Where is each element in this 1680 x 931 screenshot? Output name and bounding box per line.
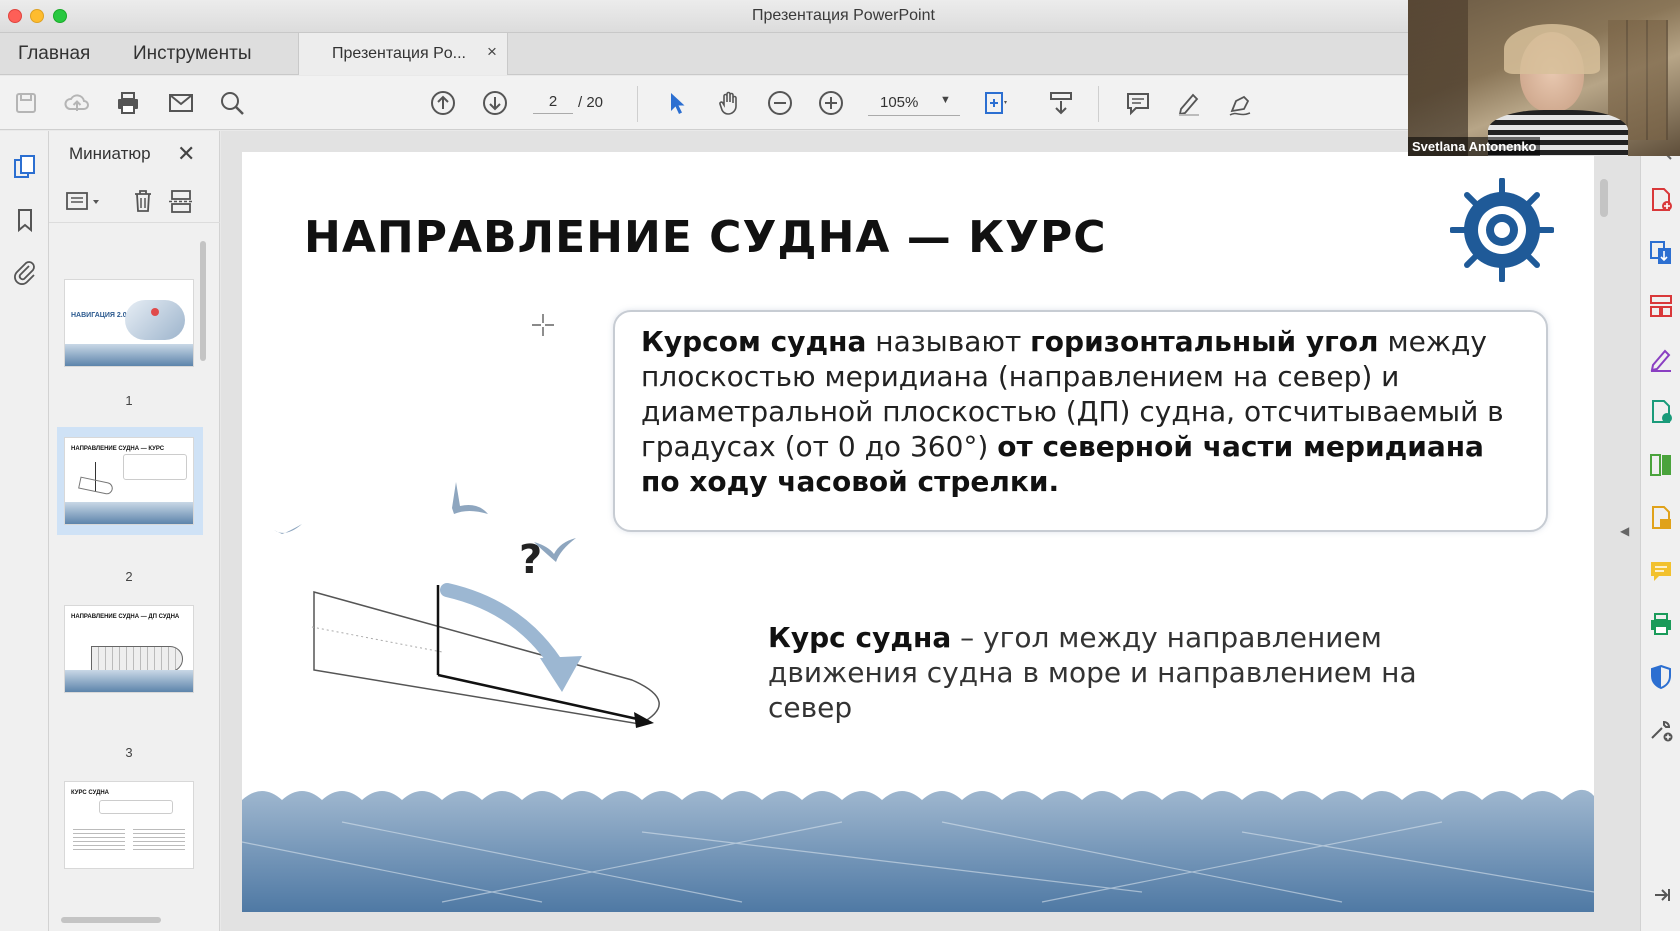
chevron-down-icon[interactable]: ▼ — [940, 94, 951, 106]
comment-icon[interactable] — [1647, 557, 1675, 585]
participant-video[interactable]: Svetlana Antonenko — [1408, 0, 1680, 156]
bookmark-icon[interactable] — [11, 206, 39, 234]
zoom-in-icon[interactable] — [817, 89, 845, 117]
collapse-tools-icon[interactable] — [1647, 881, 1675, 909]
slide-title: НАПРАВЛЕНИЕ СУДНА — КУРС — [304, 212, 1107, 263]
fill-sign-icon[interactable] — [1647, 345, 1675, 373]
previous-page-icon[interactable] — [429, 89, 457, 117]
sign-pen-icon[interactable] — [1226, 89, 1254, 117]
collapse-right-panel-icon[interactable]: ◀ — [1620, 524, 1629, 538]
print-production-icon[interactable] — [1647, 610, 1675, 638]
tab-home[interactable]: Главная — [18, 43, 90, 65]
select-cursor-icon[interactable] — [663, 89, 691, 117]
slide-page: НАПРАВЛЕНИЕ СУДНА — КУРС ? Курсом судна … — [242, 152, 1594, 912]
close-panel-icon[interactable]: ✕ — [177, 141, 195, 167]
edit-pdf-icon[interactable] — [1647, 504, 1675, 532]
definition-text-part: называют — [866, 325, 1031, 358]
fit-page-icon[interactable] — [981, 89, 1009, 117]
left-navigation-rail — [0, 131, 49, 931]
page-number-label: 2 — [125, 569, 133, 584]
protect-shield-icon[interactable] — [1647, 663, 1675, 691]
page-thumbnail-4[interactable]: КУРС СУДНА — [64, 781, 194, 869]
document-tab-label: Презентация Po... — [332, 45, 466, 62]
participant-name-label: Svetlana Antonenko — [1408, 137, 1541, 156]
page-thumbnail-1[interactable]: НАВИГАЦИЯ 2.0 КУРС СУДНА — [64, 279, 194, 367]
zoom-out-icon[interactable] — [766, 89, 794, 117]
course-bold-term: Курс судна — [768, 621, 952, 654]
course-arrowhead — [634, 712, 654, 728]
definition-text: Курсом судна называют горизонтальный уго… — [641, 324, 1521, 499]
page-thumbnail-3[interactable]: НАПРАВЛЕНИЕ СУДНА — ДП СУДНА — [64, 605, 194, 693]
send-for-review-icon[interactable] — [1647, 398, 1675, 426]
more-tools-icon[interactable] — [1647, 716, 1675, 744]
thumbnails-scrollbar[interactable] — [200, 241, 206, 361]
definition-bold-term: Курсом судна — [641, 325, 867, 358]
compare-files-icon[interactable] — [1647, 451, 1675, 479]
ship-centerline — [311, 626, 443, 653]
seagull-shape — [452, 482, 488, 514]
seagull-shape — [274, 524, 302, 534]
export-pdf-icon[interactable] — [1647, 239, 1675, 267]
thumbnail-title: НАПРАВЛЕНИЕ СУДНА — КУРС — [71, 446, 165, 452]
curved-arrow-head — [540, 656, 582, 692]
tab-tools[interactable]: Инструменты — [133, 43, 251, 65]
document-tab[interactable]: Презентация Po... × — [298, 33, 508, 75]
document-scrollbar[interactable] — [1600, 179, 1608, 217]
highlight-pen-icon[interactable] — [1175, 89, 1203, 117]
attachment-icon[interactable] — [11, 258, 39, 286]
close-tab-icon[interactable]: × — [487, 42, 497, 62]
comment-icon[interactable] — [1124, 89, 1152, 117]
course-definition-text: Курс судна – угол между направлением дви… — [768, 620, 1448, 725]
page-thumbnail-2[interactable]: НАПРАВЛЕНИЕ СУДНА — КУРС — [64, 437, 194, 525]
toolbar-divider — [637, 86, 638, 122]
thumbnails-horizontal-scrollbar[interactable] — [61, 917, 161, 923]
panel-title: Миниатюр — [69, 144, 151, 163]
save-icon[interactable] — [12, 89, 40, 117]
question-mark: ? — [519, 537, 543, 583]
thumbnails-panel: Миниатюр ✕ НАВИГАЦИЯ 2.0 КУРС СУДНА 1 НА… — [49, 131, 220, 931]
definition-bold-angle: горизонтальный угол — [1030, 325, 1379, 358]
thumbnail-title: КУРС СУДНА — [71, 790, 110, 796]
sea-waves-decoration — [242, 789, 1594, 912]
page-number-input[interactable]: 2 — [533, 90, 573, 114]
delete-page-icon[interactable] — [129, 187, 157, 215]
create-pdf-icon[interactable] — [1647, 186, 1675, 214]
split-page-icon[interactable] — [167, 187, 195, 215]
ship-hull — [313, 591, 660, 725]
email-icon[interactable] — [167, 89, 195, 117]
definition-box: Курсом судна называют горизонтальный уго… — [613, 310, 1548, 532]
page-total: / 20 — [578, 94, 604, 111]
panel-toolbar — [49, 179, 220, 223]
page-number-label: 3 — [125, 745, 133, 760]
page-number-label: 1 — [125, 393, 133, 408]
course-direction-line — [437, 673, 643, 722]
toolbar-divider — [1098, 86, 1099, 122]
organize-pages-icon[interactable] — [1647, 292, 1675, 320]
search-icon[interactable] — [218, 89, 246, 117]
ship-wheel-logo — [1450, 178, 1554, 282]
print-icon[interactable] — [114, 89, 142, 117]
next-page-icon[interactable] — [481, 89, 509, 117]
scrolling-mode-icon[interactable] — [1047, 89, 1075, 117]
page-thumbnails-icon[interactable] — [11, 153, 39, 181]
cloud-upload-icon[interactable] — [63, 89, 91, 117]
thumbnail-options-icon[interactable] — [65, 187, 105, 215]
right-tools-rail — [1640, 131, 1680, 931]
hand-tool-icon[interactable] — [715, 89, 743, 117]
thumbnail-title: НАПРАВЛЕНИЕ СУДНА — ДП СУДНА — [71, 614, 180, 620]
